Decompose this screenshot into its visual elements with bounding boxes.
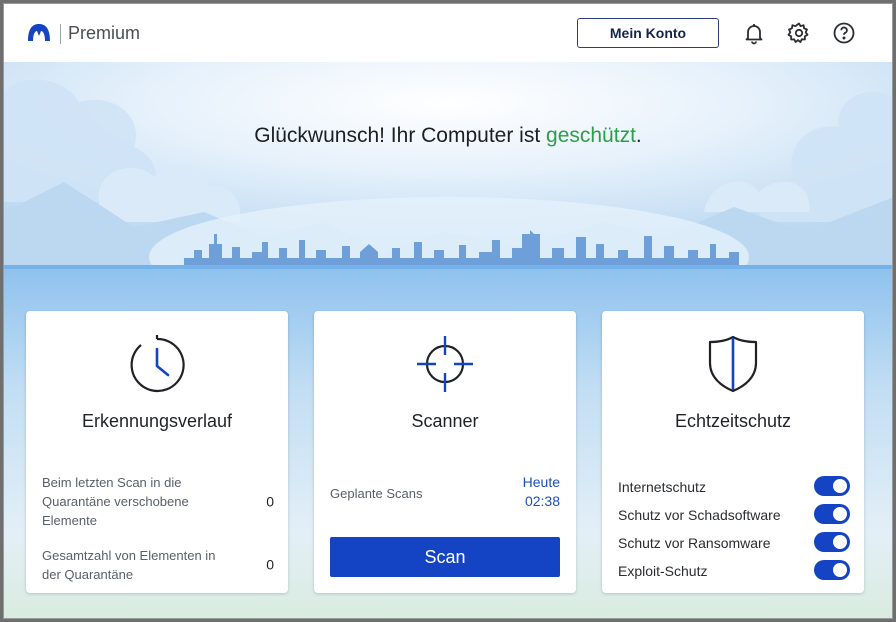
toggle-knob xyxy=(833,507,847,521)
last-scan-quarantine-count: 0 xyxy=(266,493,274,509)
malware-protection-label: Schutz vor Schadsoftware xyxy=(618,507,781,523)
scheduled-scan-time-link[interactable]: Heute 02:38 xyxy=(523,473,560,511)
product-name: Premium xyxy=(68,23,141,43)
ransomware-protection-label: Schutz vor Ransomware xyxy=(618,535,771,551)
web-protection-toggle[interactable] xyxy=(814,476,850,496)
malwarebytes-logo-icon xyxy=(28,24,50,41)
scheduled-scan-time: 02:38 xyxy=(524,493,560,509)
toggle-row-exploit-protection: Exploit-Schutz xyxy=(618,559,850,583)
status-protected-word: geschützt xyxy=(546,124,636,147)
web-protection-label: Internetschutz xyxy=(618,479,706,495)
total-quarantine-row: Gesamtzahl von Elementen in der Quarantä… xyxy=(42,546,274,584)
last-scan-quarantine-label: Beim letzten Scan in die Quarantäne vers… xyxy=(42,475,189,528)
last-scan-quarantine-row: Beim letzten Scan in die Quarantäne vers… xyxy=(42,473,274,530)
toggle-row-malware-protection: Schutz vor Schadsoftware xyxy=(618,503,850,527)
toggle-knob xyxy=(833,479,847,493)
detection-history-card[interactable]: Erkennungsverlauf Beim letzten Scan in d… xyxy=(26,311,288,593)
ransomware-protection-toggle[interactable] xyxy=(814,532,850,552)
scanner-title: Scanner xyxy=(411,411,479,431)
toggle-row-web-protection: Internetschutz xyxy=(618,475,850,499)
exploit-protection-label: Exploit-Schutz xyxy=(618,563,708,579)
gear-icon[interactable] xyxy=(787,21,811,45)
scheduled-scan-day: Heute xyxy=(522,474,560,490)
protection-status-heading: Glückwunsch! Ihr Computer ist geschützt. xyxy=(4,124,892,148)
scheduled-scans-label: Geplante Scans xyxy=(330,486,423,501)
scan-button[interactable]: Scan xyxy=(330,537,560,577)
status-title-prefix: Glückwunsch! Ihr Computer ist xyxy=(254,124,547,147)
my-account-button[interactable]: Mein Konto xyxy=(577,18,719,48)
malware-protection-toggle[interactable] xyxy=(814,504,850,524)
status-title-suffix: . xyxy=(635,124,642,147)
scanner-card[interactable]: Scanner Geplante Scans Heute 02:38 Scan xyxy=(314,311,576,593)
crosshair-icon xyxy=(417,336,473,392)
realtime-protection-card[interactable]: Echtzeitschutz Internetschutz Schutz vor… xyxy=(602,311,864,593)
app-window: Premium Mein Konto Glückwunsch! Ihr Comp… xyxy=(3,3,893,619)
total-quarantine-count: 0 xyxy=(266,556,274,573)
help-icon[interactable] xyxy=(832,21,856,45)
header-bar: Premium Mein Konto xyxy=(4,4,892,63)
history-clock-icon xyxy=(130,335,185,393)
toggle-knob xyxy=(833,563,847,577)
realtime-protection-title: Echtzeitschutz xyxy=(674,411,792,431)
toggle-row-ransomware-protection: Schutz vor Ransomware xyxy=(618,531,850,555)
bell-icon[interactable] xyxy=(742,21,766,45)
toggle-knob xyxy=(833,535,847,549)
exploit-protection-toggle[interactable] xyxy=(814,560,850,580)
shield-icon xyxy=(708,335,758,393)
detection-history-title: Erkennungsverlauf xyxy=(81,411,233,431)
total-quarantine-label: Gesamtzahl von Elementen in der Quarantä… xyxy=(42,548,216,582)
header-divider xyxy=(60,24,61,44)
